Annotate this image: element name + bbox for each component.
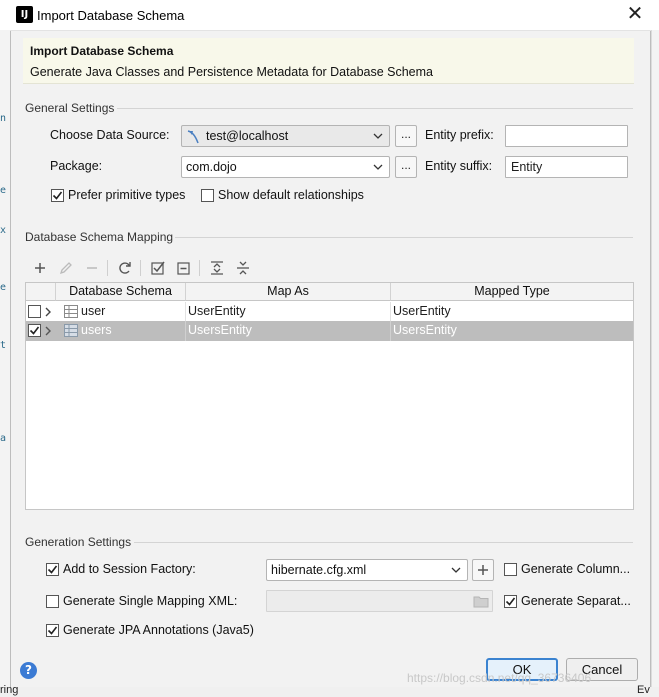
generation-settings-label: Generation Settings <box>25 535 132 549</box>
generate-column-checkbox[interactable] <box>504 563 517 576</box>
session-factory-value: hibernate.cfg.xml <box>271 563 367 577</box>
table-row[interactable]: user UserEntity UserEntity <box>26 302 633 322</box>
ide-bottom-right-text: Ev <box>637 684 650 696</box>
header-title: Import Database Schema <box>30 44 174 58</box>
generate-separate-checkbox[interactable] <box>504 595 517 608</box>
collapse-all-icon[interactable] <box>234 259 252 277</box>
watermark: https://blog.csdn.net/qq_36736406 <box>407 671 592 685</box>
ide-code-fragment: x <box>0 225 7 236</box>
ide-code-fragment: n <box>0 113 7 124</box>
ide-status-strip <box>0 687 659 697</box>
check-all-icon[interactable] <box>149 259 167 277</box>
toolbar-separator <box>140 260 141 276</box>
column-header-database-schema[interactable]: Database Schema <box>56 283 186 301</box>
data-source-label: Choose Data Source: <box>50 128 170 142</box>
package-value: com.dojo <box>186 160 237 174</box>
ide-background-right <box>651 30 659 697</box>
jpa-annotations-label: Generate JPA Annotations (Java5) <box>63 623 254 637</box>
show-relationships-label: Show default relationships <box>218 188 364 202</box>
column-header-map-as[interactable]: Map As <box>186 283 391 301</box>
uncheck-all-icon[interactable] <box>175 259 193 277</box>
plus-icon <box>478 565 488 575</box>
folder-icon[interactable] <box>473 594 489 608</box>
show-relationships-checkbox[interactable] <box>201 189 214 202</box>
chevron-down-icon <box>373 133 383 139</box>
entity-suffix-field[interactable]: Entity <box>505 156 628 178</box>
jpa-annotations-checkbox[interactable] <box>46 624 59 637</box>
ide-background-strip: n e x e t a <box>0 30 10 697</box>
prefer-primitive-checkbox[interactable] <box>51 189 64 202</box>
table-icon <box>64 324 78 337</box>
ide-code-fragment: a <box>0 433 7 444</box>
edit-icon[interactable] <box>57 259 75 277</box>
package-label: Package: <box>50 159 103 173</box>
generate-column-label: Generate Column... <box>521 562 631 576</box>
single-mapping-field[interactable] <box>266 590 493 612</box>
schema-mapping-label: Database Schema Mapping <box>25 230 174 244</box>
row-checkbox[interactable] <box>28 305 41 318</box>
close-icon[interactable]: ✕ <box>622 4 648 26</box>
column-header-mapped-type[interactable]: Mapped Type <box>391 283 633 301</box>
prefer-primitive-label: Prefer primitive types <box>68 188 186 202</box>
help-icon[interactable]: ? <box>20 662 37 679</box>
ide-code-fragment: t <box>0 340 7 351</box>
general-settings-label: General Settings <box>25 101 115 115</box>
session-factory-label: Add to Session Factory: <box>63 562 196 576</box>
checkmark-icon <box>52 191 63 200</box>
row-schema-name: user <box>81 302 186 322</box>
window-title: Import Database Schema <box>37 8 185 23</box>
single-mapping-label: Generate Single Mapping XML: <box>63 594 238 608</box>
divider <box>134 542 633 543</box>
expand-all-icon[interactable] <box>208 259 226 277</box>
add-session-factory-button[interactable] <box>472 559 494 581</box>
entity-prefix-field[interactable] <box>505 125 628 147</box>
schema-mapping-table: Database Schema Map As Mapped Type user … <box>25 282 634 510</box>
session-factory-combo[interactable]: hibernate.cfg.xml <box>266 559 468 581</box>
data-source-value: test@localhost <box>206 129 289 143</box>
table-header-spacer <box>26 283 56 301</box>
ide-code-fragment: e <box>0 282 7 293</box>
ide-code-fragment: e <box>0 185 7 196</box>
row-schema-name: users <box>81 321 186 341</box>
generate-separate-label: Generate Separat... <box>521 594 631 608</box>
checkmark-icon <box>29 326 40 335</box>
package-combo[interactable]: com.dojo <box>181 156 390 178</box>
add-icon[interactable] <box>31 259 49 277</box>
session-factory-checkbox[interactable] <box>46 563 59 576</box>
divider <box>175 237 633 238</box>
chevron-right-icon[interactable] <box>44 326 52 336</box>
intellij-app-icon: IJ <box>16 6 33 23</box>
checkmark-icon <box>47 626 58 635</box>
toolbar-separator <box>199 260 200 276</box>
toolbar-separator <box>107 260 108 276</box>
entity-prefix-label: Entity prefix: <box>425 128 494 142</box>
checkmark-icon <box>47 565 58 574</box>
package-browse-button[interactable]: ... <box>395 156 417 178</box>
row-map-as[interactable]: UsersEntity <box>186 321 391 341</box>
chevron-right-icon[interactable] <box>44 307 52 317</box>
data-source-browse-button[interactable]: ... <box>395 125 417 147</box>
datasource-icon <box>187 130 199 144</box>
data-source-combo[interactable]: test@localhost <box>181 125 390 147</box>
table-row[interactable]: users UsersEntity UsersEntity <box>26 321 633 341</box>
entity-suffix-value: Entity <box>511 160 543 174</box>
single-mapping-checkbox[interactable] <box>46 595 59 608</box>
header-subtitle: Generate Java Classes and Persistence Me… <box>30 65 433 79</box>
remove-icon[interactable] <box>83 259 101 277</box>
checkmark-icon <box>505 597 516 606</box>
refresh-icon[interactable] <box>116 259 134 277</box>
table-icon <box>64 305 78 318</box>
chevron-down-icon <box>373 164 383 170</box>
mapping-toolbar <box>25 256 634 279</box>
row-mapped-type[interactable]: UsersEntity <box>391 321 633 341</box>
row-checkbox[interactable] <box>28 324 41 337</box>
row-mapped-type[interactable]: UserEntity <box>391 302 633 322</box>
row-map-as[interactable]: UserEntity <box>186 302 391 322</box>
divider <box>117 108 633 109</box>
chevron-down-icon <box>451 567 461 573</box>
ide-bottom-text: ring <box>0 684 19 696</box>
entity-suffix-label: Entity suffix: <box>425 159 493 173</box>
